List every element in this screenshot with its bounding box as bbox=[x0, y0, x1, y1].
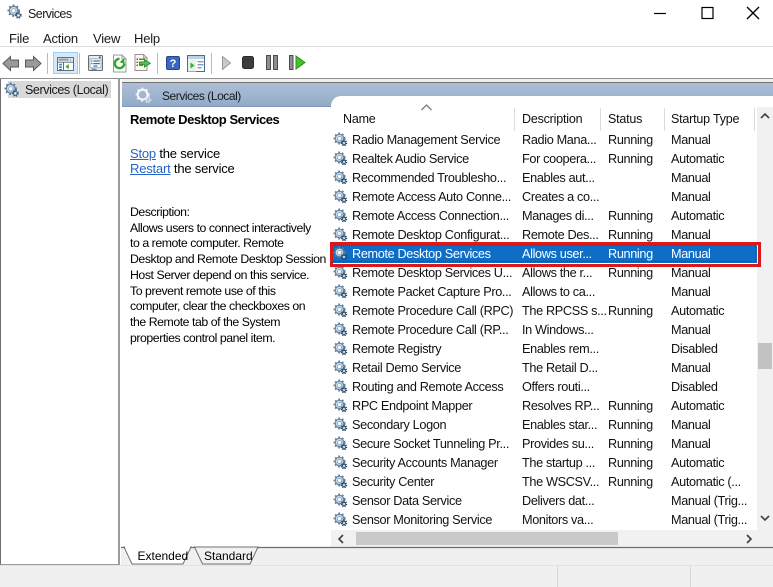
svg-text:Extended: Extended bbox=[138, 549, 189, 563]
svg-text:?: ? bbox=[170, 58, 177, 70]
svg-text:Standard: Standard bbox=[204, 549, 253, 563]
